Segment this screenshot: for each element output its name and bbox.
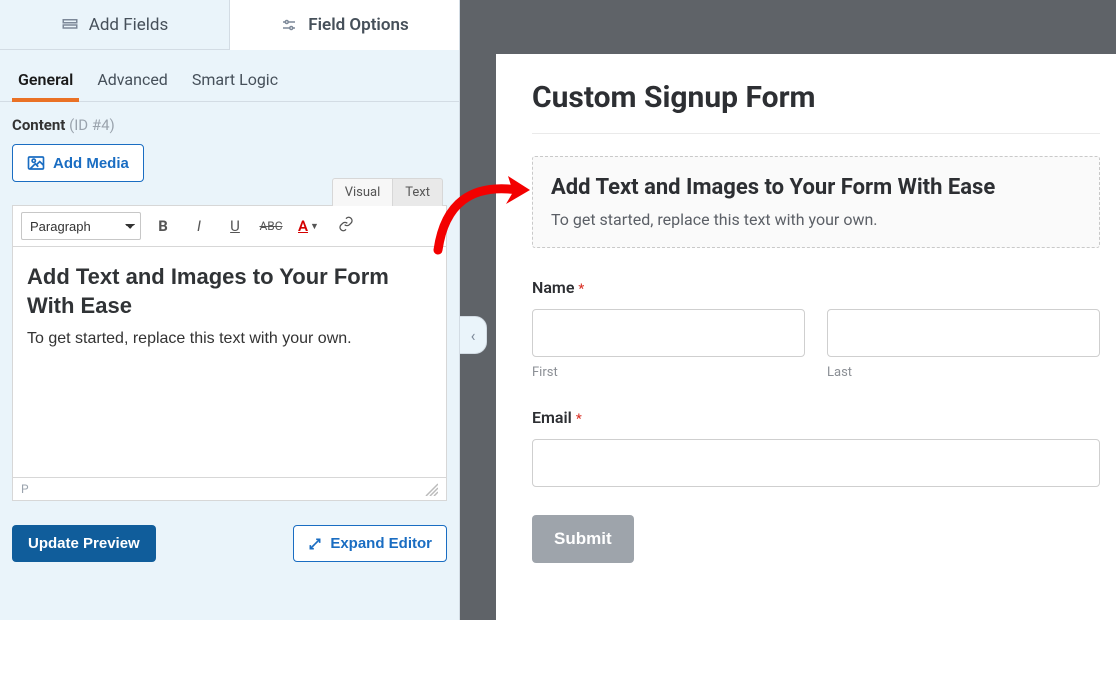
add-media-icon <box>27 154 45 172</box>
editor-heading: Add Text and Images to Your Form With Ea… <box>27 263 432 320</box>
strikethrough-button[interactable]: ABC <box>257 212 285 240</box>
link-icon <box>338 216 354 236</box>
rich-text-editor: Paragraph B I U ABC A▼ Add Text and Imag… <box>12 205 447 501</box>
preview-pane: ‹ Custom Signup Form Add Text and Images… <box>460 0 1116 620</box>
sub-tab-general[interactable]: General <box>18 64 73 101</box>
option-sub-tabs: General Advanced Smart Logic <box>0 50 459 102</box>
sub-tab-advanced[interactable]: Advanced <box>97 64 168 101</box>
tab-add-fields-label: Add Fields <box>89 15 169 35</box>
panel-tabs: Add Fields Field Options <box>0 0 459 50</box>
form-preview: Custom Signup Form Add Text and Images t… <box>496 54 1116 674</box>
content-field-preview[interactable]: Add Text and Images to Your Form With Ea… <box>532 156 1100 248</box>
name-field-group: Name* First Last <box>532 278 1100 380</box>
preview-block-paragraph: To get started, replace this text with y… <box>551 210 1081 229</box>
email-field-group: Email* <box>532 408 1100 487</box>
add-media-button[interactable]: Add Media <box>12 144 144 182</box>
title-divider <box>532 133 1100 134</box>
email-input[interactable] <box>532 439 1100 487</box>
link-button[interactable] <box>332 212 360 240</box>
format-select[interactable]: Paragraph <box>21 212 141 240</box>
editor-toolbar: Paragraph B I U ABC A▼ <box>13 206 446 247</box>
panel-actions: Update Preview Expand Editor <box>0 513 459 574</box>
required-indicator: * <box>576 412 582 427</box>
italic-button[interactable]: I <box>185 212 213 240</box>
preview-block-heading: Add Text and Images to Your Form With Ea… <box>551 175 1081 200</box>
last-name-sublabel: Last <box>827 365 1100 380</box>
submit-button[interactable]: Submit <box>532 515 634 563</box>
sub-tab-smart-logic[interactable]: Smart Logic <box>192 64 278 101</box>
bold-button[interactable]: B <box>149 212 177 240</box>
expand-icon <box>308 537 322 551</box>
resize-handle[interactable] <box>424 482 438 496</box>
field-options-icon <box>280 16 298 34</box>
underline-button[interactable]: U <box>221 212 249 240</box>
editor-status-bar: P <box>13 477 446 500</box>
update-preview-button[interactable]: Update Preview <box>12 525 156 562</box>
add-fields-icon <box>61 16 79 34</box>
editor-paragraph: To get started, replace this text with y… <box>27 330 432 348</box>
editor-content-area[interactable]: Add Text and Images to Your Form With Ea… <box>13 247 446 477</box>
add-media-label: Add Media <box>53 155 129 172</box>
first-name-input[interactable] <box>532 309 805 357</box>
tab-field-options-label: Field Options <box>308 15 408 35</box>
form-title: Custom Signup Form <box>532 80 1100 115</box>
name-field-label: Name* <box>532 278 1100 297</box>
content-section-title: Content (ID #4) <box>12 116 447 134</box>
caret-down-icon: ▼ <box>310 221 319 232</box>
email-field-label: Email* <box>532 408 1100 427</box>
editor-tab-visual[interactable]: Visual <box>332 178 394 206</box>
first-name-sublabel: First <box>532 365 805 380</box>
required-indicator: * <box>578 282 584 297</box>
collapse-panel-handle[interactable]: ‹ <box>459 316 487 354</box>
content-label: Content <box>12 116 65 134</box>
text-color-button[interactable]: A▼ <box>293 212 324 240</box>
editor-tab-text[interactable]: Text <box>393 178 443 206</box>
editor-mode-tabs: Visual Text <box>12 178 447 206</box>
editor-path: P <box>21 482 29 496</box>
expand-editor-button[interactable]: Expand Editor <box>293 525 447 562</box>
expand-editor-label: Expand Editor <box>330 535 432 552</box>
tab-field-options[interactable]: Field Options <box>230 0 459 50</box>
tab-add-fields[interactable]: Add Fields <box>0 0 230 50</box>
field-options-panel: Add Fields Field Options General Advance… <box>0 0 460 620</box>
content-field-id: (ID #4) <box>69 116 115 134</box>
last-name-input[interactable] <box>827 309 1100 357</box>
